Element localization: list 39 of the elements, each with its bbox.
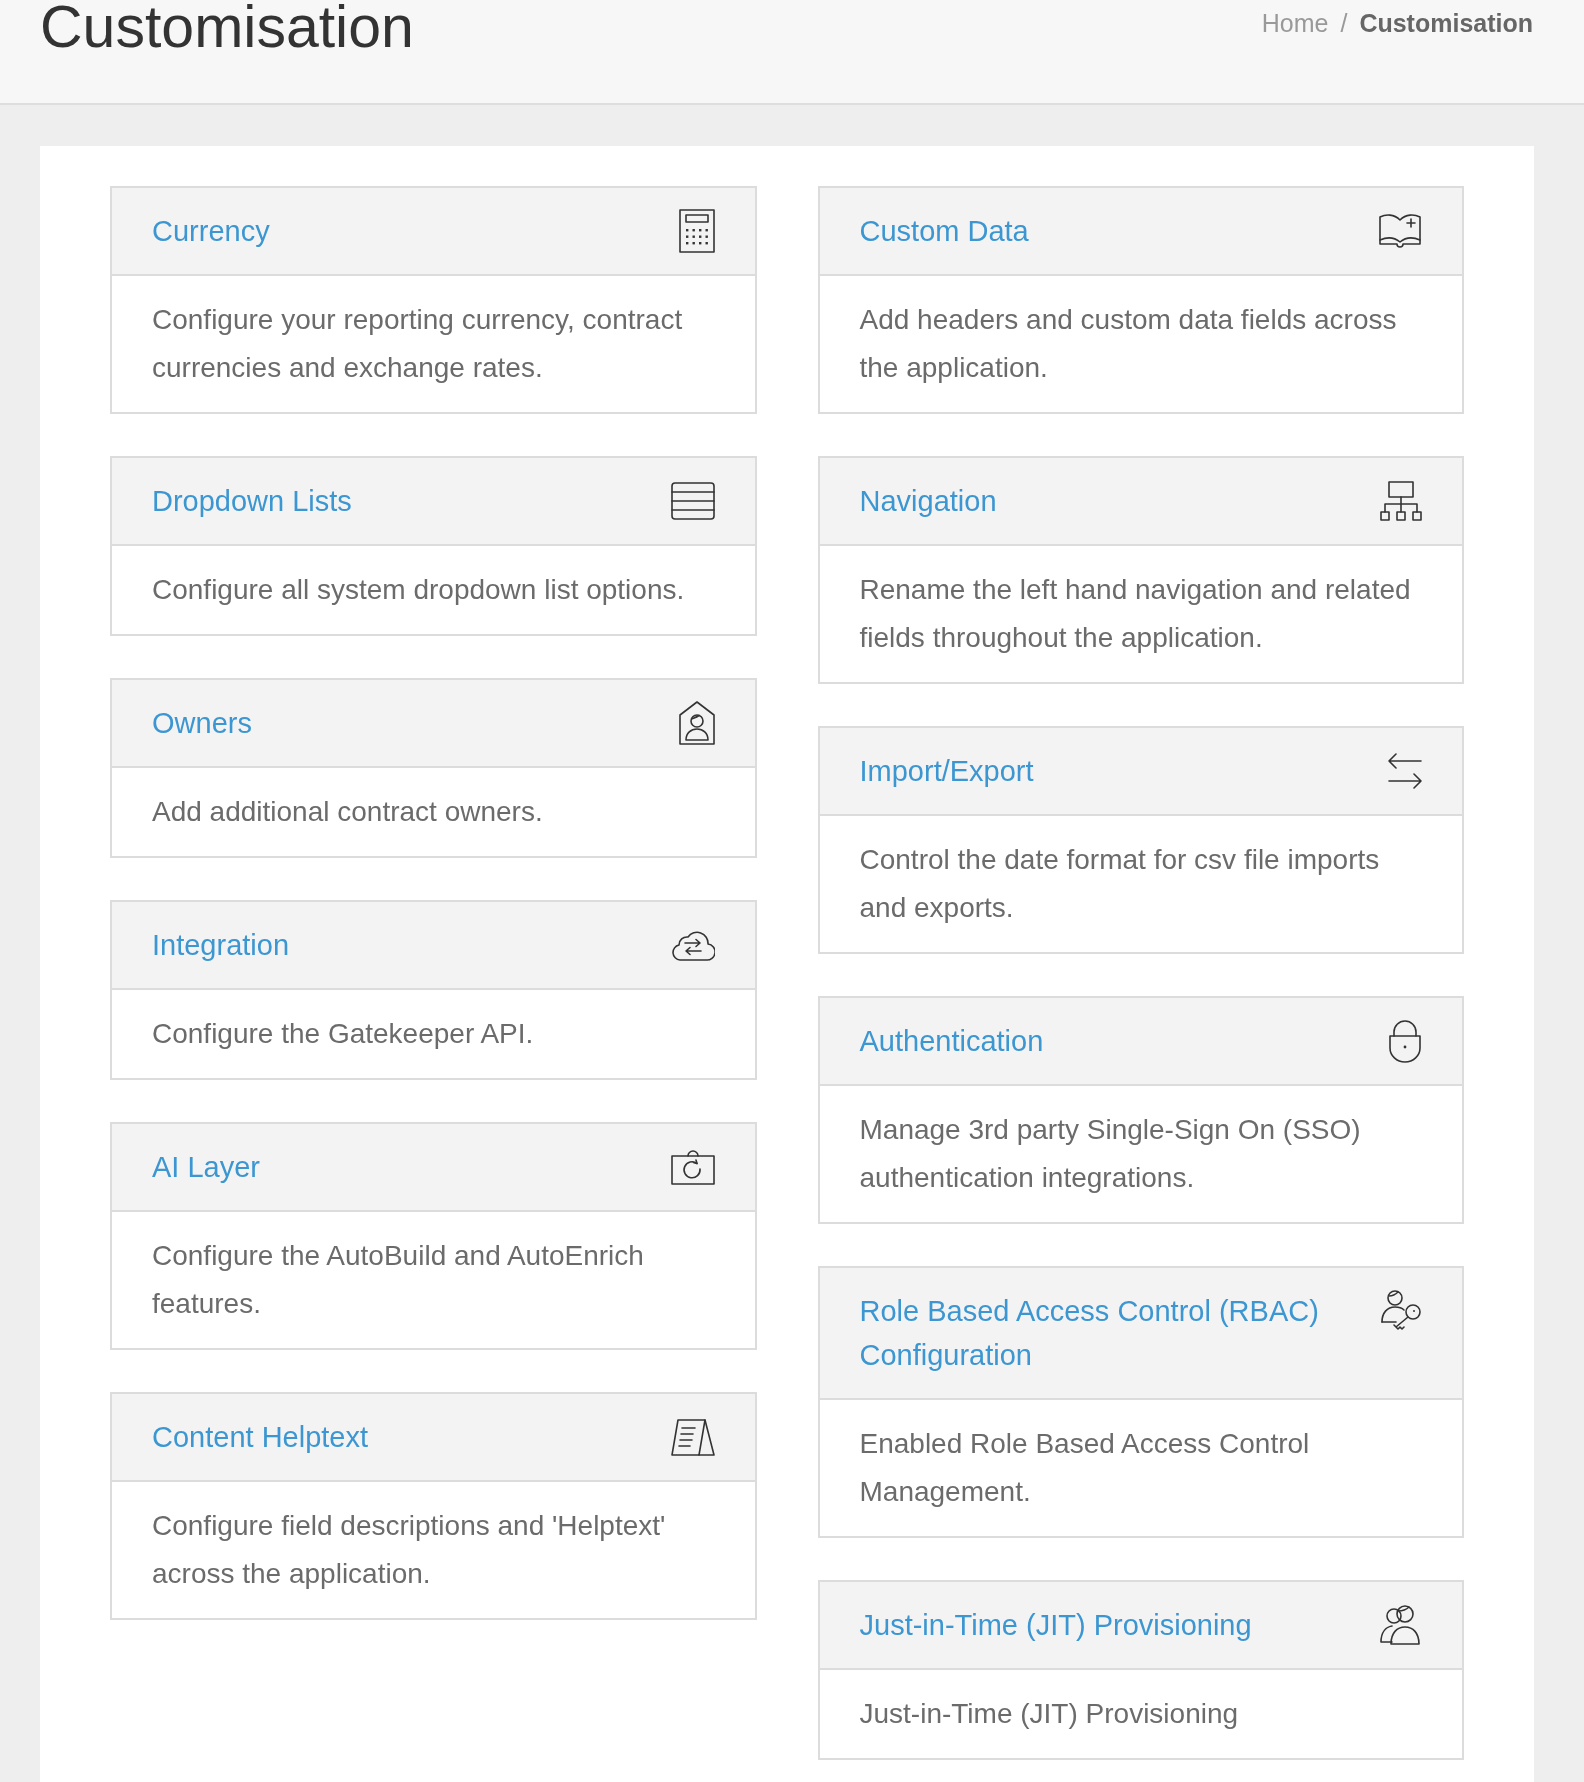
card-title-link[interactable]: AI Layer (152, 1145, 260, 1189)
card-title-link[interactable]: Currency (152, 209, 270, 253)
card-title-link[interactable]: Authentication (859, 1019, 1044, 1063)
card-description: Control the date format for csv file imports and exports. (858, 843, 1381, 925)
card-description: Configure the AutoBuild and AutoEnrich features. (151, 1239, 645, 1321)
card-description: Just-in-Time (JIT) Provisioning (858, 1697, 1240, 1731)
person-in-house-icon (678, 701, 715, 745)
card-description: Manage 3rd party Single-Sign On (SSO) authentication integrations. (858, 1113, 1362, 1195)
card-description: Configure field descriptions and 'Helptext' across the application. (151, 1509, 667, 1591)
book-plus-icon (1378, 213, 1422, 249)
card-title-link[interactable]: Owners (152, 701, 252, 745)
padlock-icon (1388, 1019, 1422, 1063)
swap-arrows-icon (1388, 753, 1422, 789)
list-icon (670, 482, 715, 520)
card-title-link[interactable]: Content Helptext (152, 1415, 368, 1459)
card-description: Configure all system dropdown list options. (151, 573, 686, 607)
card-title-link[interactable]: Integration (152, 923, 290, 967)
card-description: Rename the left hand navigation and related fields throughout the application. (858, 573, 1412, 655)
card-title-link[interactable]: Just-in-Time (JIT) Provisioning (859, 1603, 1252, 1647)
card-description: Add headers and custom data fields across the application. (858, 303, 1398, 385)
two-people-icon (1380, 1604, 1422, 1646)
card-title-link[interactable]: Import/Export (859, 749, 1034, 793)
card-description: Configure your reporting currency, contract currencies and exchange rates. (151, 303, 684, 385)
breadcrumb-separator: / (1340, 9, 1348, 37)
breadcrumb-current: Customisation (1359, 9, 1533, 37)
card-description: Enabled Role Based Access Control Management. (858, 1427, 1311, 1509)
page-title: Customisation (40, 0, 414, 57)
card-title-link[interactable]: Navigation (859, 479, 997, 523)
card-description: Configure the Gatekeeper API. (151, 1017, 535, 1051)
bag-refresh-icon (670, 1149, 715, 1185)
card-title-link[interactable]: Dropdown Lists (152, 479, 352, 523)
person-key-icon (1380, 1289, 1422, 1333)
breadcrumb-link[interactable]: Home (1261, 9, 1329, 37)
card-title-link[interactable]: Custom Data (859, 209, 1029, 253)
calculator-icon (678, 209, 715, 253)
card-description: Add additional contract owners. (151, 795, 544, 829)
sitemap-icon (1380, 481, 1422, 521)
sign-board-icon (670, 1418, 715, 1456)
card-title-link[interactable]: Role Based Access Control (RBAC) Configuration (859, 1289, 1356, 1377)
